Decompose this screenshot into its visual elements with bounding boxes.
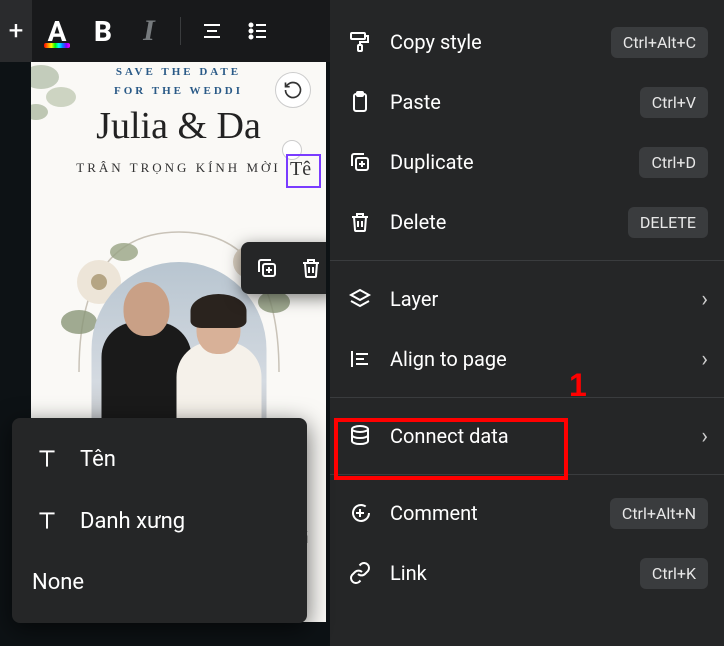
chevron-right-icon: › xyxy=(701,287,708,312)
menu-shortcut: DELETE xyxy=(628,207,708,238)
menu-separator xyxy=(330,260,724,261)
menu-shortcut: Ctrl+K xyxy=(640,558,708,589)
duplicate-action-button[interactable] xyxy=(247,248,287,288)
menu-comment[interactable]: Comment Ctrl+Alt+N xyxy=(330,483,724,543)
menu-link[interactable]: Link Ctrl+K xyxy=(330,543,724,603)
data-field-ten[interactable]: Tên xyxy=(12,428,307,490)
invite-text[interactable]: TRÂN TRỌNG KÍNH MỜI xyxy=(31,160,326,176)
couple-names-text[interactable]: Julia & Da xyxy=(31,104,326,148)
delete-action-button[interactable] xyxy=(291,248,326,288)
rotate-handle-icon[interactable] xyxy=(275,72,311,108)
menu-label: Delete xyxy=(390,210,628,234)
menu-separator xyxy=(330,397,724,398)
menu-connect-data[interactable]: Connect data › xyxy=(330,406,724,466)
paint-roller-icon xyxy=(346,28,374,56)
floating-action-bar xyxy=(241,242,326,294)
menu-delete[interactable]: Delete DELETE xyxy=(330,192,724,252)
data-field-danhxung[interactable]: Danh xưng xyxy=(12,490,307,552)
toolbar-divider xyxy=(180,17,181,45)
menu-layer[interactable]: Layer › xyxy=(330,269,724,329)
chevron-right-icon: › xyxy=(701,424,708,449)
link-icon xyxy=(346,559,374,587)
text-field-icon xyxy=(32,506,62,536)
data-field-popup: Tên Danh xưng None xyxy=(12,418,307,623)
list-button[interactable] xyxy=(237,10,279,52)
database-icon xyxy=(346,422,374,450)
menu-label: Connect data xyxy=(390,424,701,448)
menu-shortcut: Ctrl+D xyxy=(639,147,708,178)
menu-label: Paste xyxy=(390,90,640,114)
align-button[interactable] xyxy=(191,10,233,52)
menu-duplicate[interactable]: Duplicate Ctrl+D xyxy=(330,132,724,192)
color-spectrum-bar xyxy=(44,43,70,48)
duplicate-icon xyxy=(346,148,374,176)
text-field-icon xyxy=(32,444,62,474)
menu-label: Align to page xyxy=(390,347,701,371)
menu-copy-style[interactable]: Copy style Ctrl+Alt+C xyxy=(330,12,724,72)
context-menu: Copy style Ctrl+Alt+C Paste Ctrl+V Dupli… xyxy=(330,0,724,646)
menu-shortcut: Ctrl+Alt+N xyxy=(610,498,708,529)
menu-label: Duplicate xyxy=(390,150,639,174)
bold-button[interactable]: B xyxy=(82,10,124,52)
layers-icon xyxy=(346,285,374,313)
text-color-button[interactable]: A xyxy=(36,10,78,52)
data-field-label: Tên xyxy=(80,447,116,472)
comment-icon xyxy=(346,499,374,527)
menu-paste[interactable]: Paste Ctrl+V xyxy=(330,72,724,132)
clipboard-icon xyxy=(346,88,374,116)
menu-label: Layer xyxy=(390,287,701,311)
menu-separator xyxy=(330,474,724,475)
selection-box[interactable]: Tê xyxy=(286,154,321,188)
trash-icon xyxy=(346,208,374,236)
align-page-icon xyxy=(346,345,374,373)
data-field-none[interactable]: None xyxy=(12,552,307,613)
menu-shortcut: Ctrl+Alt+C xyxy=(611,27,708,58)
menu-label: Copy style xyxy=(390,30,611,54)
add-button[interactable]: + xyxy=(0,0,32,62)
menu-align-to-page[interactable]: Align to page › xyxy=(330,329,724,389)
menu-label: Comment xyxy=(390,501,610,525)
menu-label: Link xyxy=(390,561,640,585)
text-toolbar: + A B I xyxy=(0,0,330,62)
data-field-label: Danh xưng xyxy=(80,509,185,534)
italic-button[interactable]: I xyxy=(128,10,170,52)
chevron-right-icon: › xyxy=(701,347,708,372)
menu-shortcut: Ctrl+V xyxy=(640,87,708,118)
annotation-number-1: 1 xyxy=(569,367,587,404)
